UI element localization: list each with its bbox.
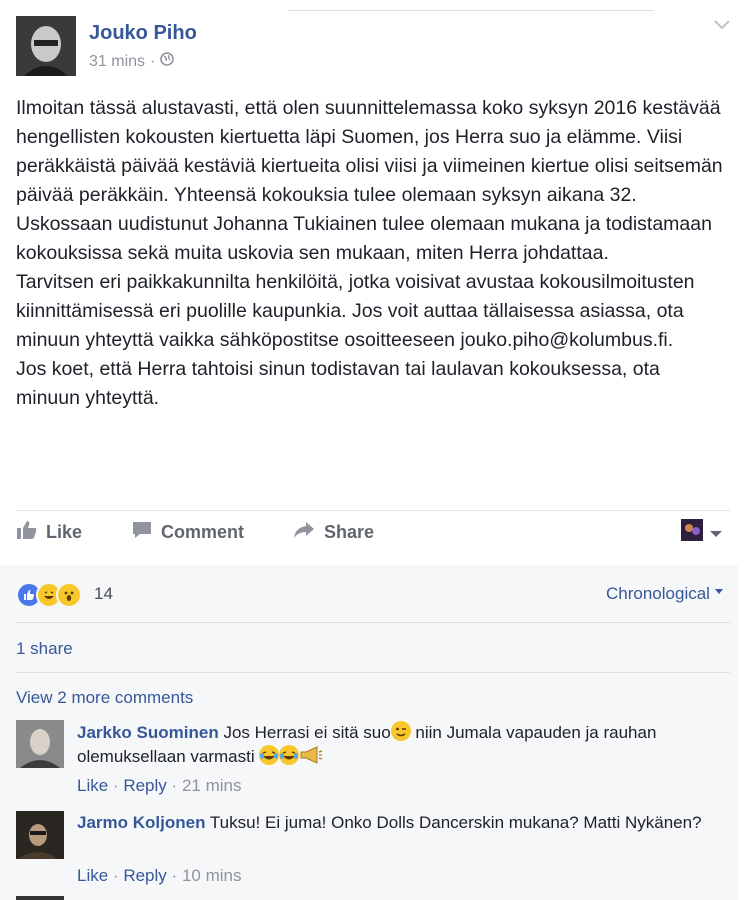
post-paragraph: Tarvitsen eri paikkakunnilta henkilöitä,… <box>16 271 695 351</box>
next-commenter-avatar[interactable] <box>16 896 64 900</box>
megaphone-emoji-icon <box>299 745 323 772</box>
comment-body: Jarkko Suominen Jos Herrasi ei sitä suo … <box>77 721 727 772</box>
share-count-link[interactable]: 1 share <box>16 639 73 659</box>
tears-of-joy-emoji-icon <box>259 745 280 765</box>
share-arrow-icon <box>292 520 316 545</box>
author-avatar[interactable] <box>16 16 76 76</box>
speech-bubble-icon <box>131 520 153 545</box>
post-meta: 31 mins · <box>89 52 175 71</box>
share-label: Share <box>324 522 375 542</box>
page-avatar[interactable] <box>681 519 703 541</box>
comment-order-dropdown[interactable]: Chronological <box>606 584 723 604</box>
post-card: Jouko Piho 31 mins · Ilmoitan tässä alus… <box>0 0 738 565</box>
comment-reply-link[interactable]: Reply <box>123 866 166 885</box>
commenter-avatar[interactable] <box>16 720 64 768</box>
tears-of-joy-emoji-icon <box>279 745 300 765</box>
comment-body: Jarmo Koljonen Tuksu! Ei juma! Onko Doll… <box>77 811 727 835</box>
like-button[interactable]: Like <box>16 520 82 545</box>
comment-text: Tuksu! Ei juma! Onko Dolls Dancerskin mu… <box>209 813 702 832</box>
top-divider <box>288 10 654 11</box>
share-button[interactable]: Share <box>292 520 374 545</box>
commenter-avatar[interactable] <box>16 811 64 859</box>
comment-order-label: Chronological <box>606 584 710 603</box>
comment-reply-link[interactable]: Reply <box>123 776 166 795</box>
comment-text: Jos Herrasi ei sitä suo <box>223 723 391 742</box>
comment-time[interactable]: 21 mins <box>182 776 242 795</box>
right-margin <box>738 0 751 900</box>
comment-button[interactable]: Comment <box>131 520 244 545</box>
post-paragraph: Jos koet, että Herra tahtoisi sinun todi… <box>16 358 660 409</box>
thumbs-up-icon <box>16 520 38 545</box>
wow-reaction-icon <box>56 582 82 608</box>
comment-label: Comment <box>161 522 245 542</box>
post-time[interactable]: 31 mins <box>89 53 145 71</box>
view-more-comments-link[interactable]: View 2 more comments <box>16 688 193 708</box>
commenter-name[interactable]: Jarmo Koljonen <box>77 813 205 832</box>
comment-meta: Like · Reply · 21 mins <box>77 776 242 795</box>
comment-like-link[interactable]: Like <box>77 776 108 795</box>
post-paragraph: Uskossaan uudistunut Johanna Tukiainen t… <box>16 213 712 264</box>
divider <box>16 672 730 673</box>
comment-meta: Like · Reply · 10 mins <box>77 866 242 885</box>
post-text: Ilmoitan tässä alustavasti, että olen su… <box>16 94 728 413</box>
post-paragraph: Ilmoitan tässä alustavasti, että olen su… <box>16 97 723 206</box>
caret-down-icon <box>714 589 723 594</box>
wink-emoji-icon <box>390 721 411 741</box>
author-name[interactable]: Jouko Piho <box>89 22 197 45</box>
reaction-icons[interactable] <box>16 582 82 608</box>
commenter-name[interactable]: Jarkko Suominen <box>77 723 219 742</box>
globe-icon[interactable] <box>160 52 175 71</box>
meta-separator: · <box>150 52 156 70</box>
actions-divider <box>16 510 730 511</box>
like-label: Like <box>46 522 83 542</box>
divider <box>16 622 730 623</box>
page-selector-chevron-icon[interactable] <box>709 526 723 544</box>
comment-time[interactable]: 10 mins <box>182 866 242 885</box>
comment-like-link[interactable]: Like <box>77 866 108 885</box>
reaction-count[interactable]: 14 <box>94 584 113 604</box>
post-menu-chevron-icon[interactable] <box>712 18 732 37</box>
